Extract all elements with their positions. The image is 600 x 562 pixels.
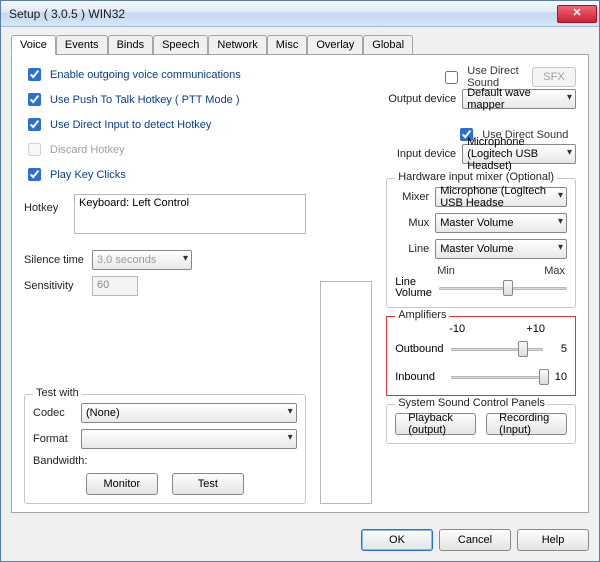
silence-value: 3.0 seconds bbox=[97, 254, 156, 266]
format-combo[interactable] bbox=[81, 429, 297, 449]
dialog-body: Voice Events Binds Speech Network Misc O… bbox=[1, 27, 599, 521]
tab-overlay[interactable]: Overlay bbox=[307, 35, 363, 55]
outbound-label: Outbound bbox=[395, 343, 445, 355]
max-label: Max bbox=[544, 265, 565, 277]
chk-use-directinput[interactable]: Use Direct Input to detect Hotkey bbox=[24, 115, 306, 134]
line-volume-label: Line Volume bbox=[395, 277, 433, 299]
sys-panels-group: System Sound Control Panels Playback (ou… bbox=[386, 404, 576, 444]
tab-voice[interactable]: Voice bbox=[11, 35, 56, 55]
chk-enable-outgoing[interactable]: Enable outgoing voice communications bbox=[24, 65, 306, 84]
silence-label: Silence time bbox=[24, 254, 86, 266]
chk-use-ptt[interactable]: Use Push To Talk Hotkey ( PTT Mode ) bbox=[24, 90, 306, 109]
amp-hi-label: +10 bbox=[526, 323, 545, 335]
chk-discard-hotkey-box bbox=[28, 143, 41, 156]
output-device-label: Output device bbox=[386, 93, 456, 105]
sys-panels-legend: System Sound Control Panels bbox=[395, 397, 548, 409]
inbound-value: 10 bbox=[549, 371, 567, 383]
monitor-button[interactable]: Monitor bbox=[86, 473, 158, 495]
help-button[interactable]: Help bbox=[517, 529, 589, 551]
codec-label: Codec bbox=[33, 407, 75, 419]
chk-use-ds-out-label: Use Direct Sound bbox=[467, 65, 520, 89]
setup-window: Setup ( 3.0.5 ) WIN32 ✕ Voice Events Bin… bbox=[0, 0, 600, 562]
input-device-label: Input device bbox=[386, 148, 456, 160]
mixer-combo[interactable]: Microphone (Logitech USB Headse bbox=[435, 187, 567, 207]
chk-play-clicks-box[interactable] bbox=[28, 168, 41, 181]
test-with-group: Test with Codec (None) Format Bandwidth:… bbox=[24, 394, 306, 504]
playback-button[interactable]: Playback (output) bbox=[395, 413, 476, 435]
tab-binds[interactable]: Binds bbox=[108, 35, 154, 55]
level-meter bbox=[320, 281, 373, 504]
test-with-legend: Test with bbox=[33, 387, 82, 399]
chk-play-clicks[interactable]: Play Key Clicks bbox=[24, 165, 306, 184]
inbound-slider[interactable] bbox=[451, 367, 543, 387]
line-volume-slider[interactable] bbox=[439, 278, 567, 298]
hw-mixer-group: Hardware input mixer (Optional) MixerMic… bbox=[386, 178, 576, 308]
hw-mixer-legend: Hardware input mixer (Optional) bbox=[395, 171, 557, 183]
voice-panel: Enable outgoing voice communications Use… bbox=[11, 54, 589, 513]
tab-network[interactable]: Network bbox=[208, 35, 266, 55]
chk-use-directinput-box[interactable] bbox=[28, 118, 41, 131]
input-device-combo[interactable]: Microphone (Logitech USB Headset) bbox=[462, 144, 576, 164]
window-title: Setup ( 3.0.5 ) WIN32 bbox=[9, 7, 557, 21]
close-button[interactable]: ✕ bbox=[557, 5, 597, 23]
tab-speech[interactable]: Speech bbox=[153, 35, 208, 55]
format-label: Format bbox=[33, 433, 75, 445]
right-column: Use Direct Sound SFX Output device Defau… bbox=[386, 65, 576, 504]
silence-combo: 3.0 seconds bbox=[92, 250, 192, 270]
mixer-label: Mixer bbox=[395, 191, 429, 203]
input-device-value: Microphone (Logitech USB Headset) bbox=[467, 136, 559, 172]
chk-use-ptt-label: Use Push To Talk Hotkey ( PTT Mode ) bbox=[50, 94, 240, 106]
mux-combo[interactable]: Master Volume bbox=[435, 213, 567, 233]
mixer-value: Microphone (Logitech USB Headse bbox=[440, 185, 550, 209]
codec-combo[interactable]: (None) bbox=[81, 403, 297, 423]
mux-value: Master Volume bbox=[440, 217, 513, 229]
tabstrip: Voice Events Binds Speech Network Misc O… bbox=[11, 35, 589, 55]
ok-button[interactable]: OK bbox=[361, 529, 433, 551]
outbound-slider[interactable] bbox=[451, 339, 543, 359]
chk-enable-outgoing-label: Enable outgoing voice communications bbox=[50, 69, 241, 81]
chk-use-directinput-label: Use Direct Input to detect Hotkey bbox=[50, 119, 211, 131]
line-value: Master Volume bbox=[440, 243, 513, 255]
left-column: Enable outgoing voice communications Use… bbox=[24, 65, 306, 504]
chk-use-ptt-box[interactable] bbox=[28, 93, 41, 106]
amplifiers-legend: Amplifiers bbox=[395, 309, 449, 321]
hotkey-label: Hotkey bbox=[24, 194, 68, 214]
hotkey-input[interactable]: Keyboard: Left Control bbox=[74, 194, 306, 234]
line-label: Line bbox=[395, 243, 429, 255]
test-button[interactable]: Test bbox=[172, 473, 244, 495]
tab-global[interactable]: Global bbox=[363, 35, 413, 55]
chk-use-ds-out[interactable]: Use Direct Sound bbox=[441, 65, 520, 89]
sensitivity-label: Sensitivity bbox=[24, 280, 86, 292]
sensitivity-input: 60 bbox=[92, 276, 138, 296]
chk-discard-hotkey-label: Discard Hotkey bbox=[50, 144, 125, 156]
tab-misc[interactable]: Misc bbox=[267, 35, 308, 55]
bandwidth-label: Bandwidth: bbox=[33, 455, 297, 467]
chk-enable-outgoing-box[interactable] bbox=[28, 68, 41, 81]
recording-button[interactable]: Recording (Input) bbox=[486, 413, 567, 435]
chk-play-clicks-label: Play Key Clicks bbox=[50, 169, 126, 181]
inbound-label: Inbound bbox=[395, 371, 445, 383]
tab-events[interactable]: Events bbox=[56, 35, 108, 55]
output-device-value: Default wave mapper bbox=[467, 87, 559, 111]
chk-discard-hotkey: Discard Hotkey bbox=[24, 140, 306, 159]
outbound-value: 5 bbox=[549, 343, 567, 355]
dialog-buttonbar: OK Cancel Help bbox=[1, 521, 599, 561]
cancel-button[interactable]: Cancel bbox=[439, 529, 511, 551]
hotkey-value: Keyboard: Left Control bbox=[79, 197, 189, 209]
output-device-combo[interactable]: Default wave mapper bbox=[462, 89, 576, 109]
sensitivity-value: 60 bbox=[97, 279, 109, 291]
amp-lo-label: -10 bbox=[449, 323, 465, 335]
min-label: Min bbox=[437, 265, 455, 277]
sfx-button: SFX bbox=[532, 67, 576, 87]
amplifiers-group: Amplifiers -10 +10 Outbound 5 Inbound bbox=[386, 316, 576, 396]
chk-use-ds-out-box[interactable] bbox=[445, 71, 458, 84]
titlebar: Setup ( 3.0.5 ) WIN32 ✕ bbox=[1, 1, 599, 27]
codec-value: (None) bbox=[86, 407, 120, 419]
line-combo[interactable]: Master Volume bbox=[435, 239, 567, 259]
mux-label: Mux bbox=[395, 217, 429, 229]
